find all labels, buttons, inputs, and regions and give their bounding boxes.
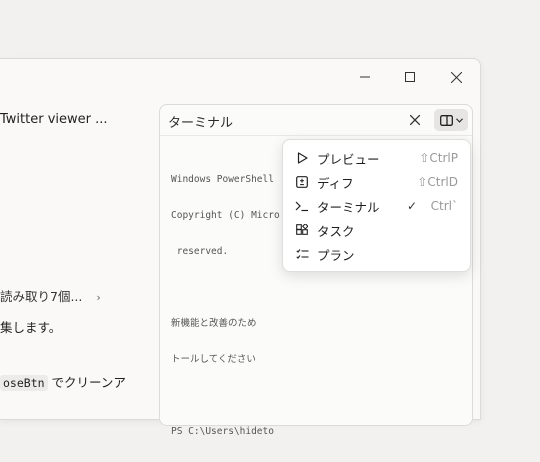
menu-item-shortcut: ⇧CtrlD xyxy=(417,175,458,189)
panel-layout-icon xyxy=(439,114,453,126)
plan-icon xyxy=(295,247,309,261)
menu-item-diff[interactable]: ディフ ⇧CtrlD xyxy=(283,170,470,194)
menu-item-plan[interactable]: プラン xyxy=(283,242,470,266)
menu-item-tasks[interactable]: タスク xyxy=(283,218,470,242)
checkmark-icon: ✓ xyxy=(407,199,418,213)
panel-title: ターミナル xyxy=(168,116,234,131)
menu-item-label: プラン xyxy=(317,247,355,263)
menu-item-label: プレビュー xyxy=(317,151,380,167)
close-icon xyxy=(410,115,420,125)
minimize-button[interactable] xyxy=(354,66,376,88)
menu-item-shortcut: Ctrl` xyxy=(430,199,458,213)
play-icon xyxy=(295,151,309,165)
menu-item-preview[interactable]: プレビュー ⇧CtrlP xyxy=(283,146,470,170)
tasks-icon xyxy=(295,223,309,237)
panel-view-menu: プレビュー ⇧CtrlP ディフ ⇧CtrlD ターミナル ✓ Ctrl` タス… xyxy=(282,139,471,272)
conversation-title[interactable]: Twitter viewer ... xyxy=(0,112,108,127)
terminal-line: トールしてください xyxy=(171,354,256,365)
terminal-icon xyxy=(295,199,309,213)
terminal-output[interactable]: Windows PowerShell Copyright (C) Micro r… xyxy=(171,150,280,462)
message-fragment: でクリーンア xyxy=(47,375,126,390)
maximize-icon xyxy=(405,72,415,82)
window-close-button[interactable] xyxy=(445,66,467,88)
close-icon xyxy=(450,71,462,83)
diff-icon xyxy=(295,175,309,189)
divider xyxy=(160,135,472,136)
menu-item-label: ターミナル xyxy=(317,199,380,215)
inline-code: oseBtn xyxy=(0,375,48,391)
chevron-right-icon: › xyxy=(96,291,101,304)
panel-close-button[interactable] xyxy=(406,111,424,129)
menu-item-label: タスク xyxy=(317,223,355,239)
chevron-down-icon xyxy=(455,117,463,123)
terminal-line: PS C:\Users\hideto xyxy=(171,426,274,437)
menu-item-terminal[interactable]: ターミナル ✓ Ctrl` xyxy=(283,194,470,218)
minimize-icon xyxy=(360,76,370,78)
message-text: 集します。 xyxy=(0,320,62,335)
menu-item-label: ディフ xyxy=(317,175,354,191)
maximize-button[interactable] xyxy=(399,66,421,88)
terminal-line: Windows PowerShell xyxy=(171,174,274,185)
read-files-summary[interactable]: 読み取り7個... › xyxy=(0,286,101,305)
panel-layout-dropdown[interactable] xyxy=(434,109,468,131)
terminal-line: 新機能と改善のため xyxy=(171,318,257,329)
message-text: oseBtn でクリーンア xyxy=(0,372,126,391)
menu-item-shortcut: ⇧CtrlP xyxy=(419,151,458,165)
terminal-line: Copyright (C) Micro xyxy=(171,210,280,221)
terminal-line: reserved. xyxy=(171,246,229,257)
read-count-label: 読み取り7個... xyxy=(0,289,83,304)
